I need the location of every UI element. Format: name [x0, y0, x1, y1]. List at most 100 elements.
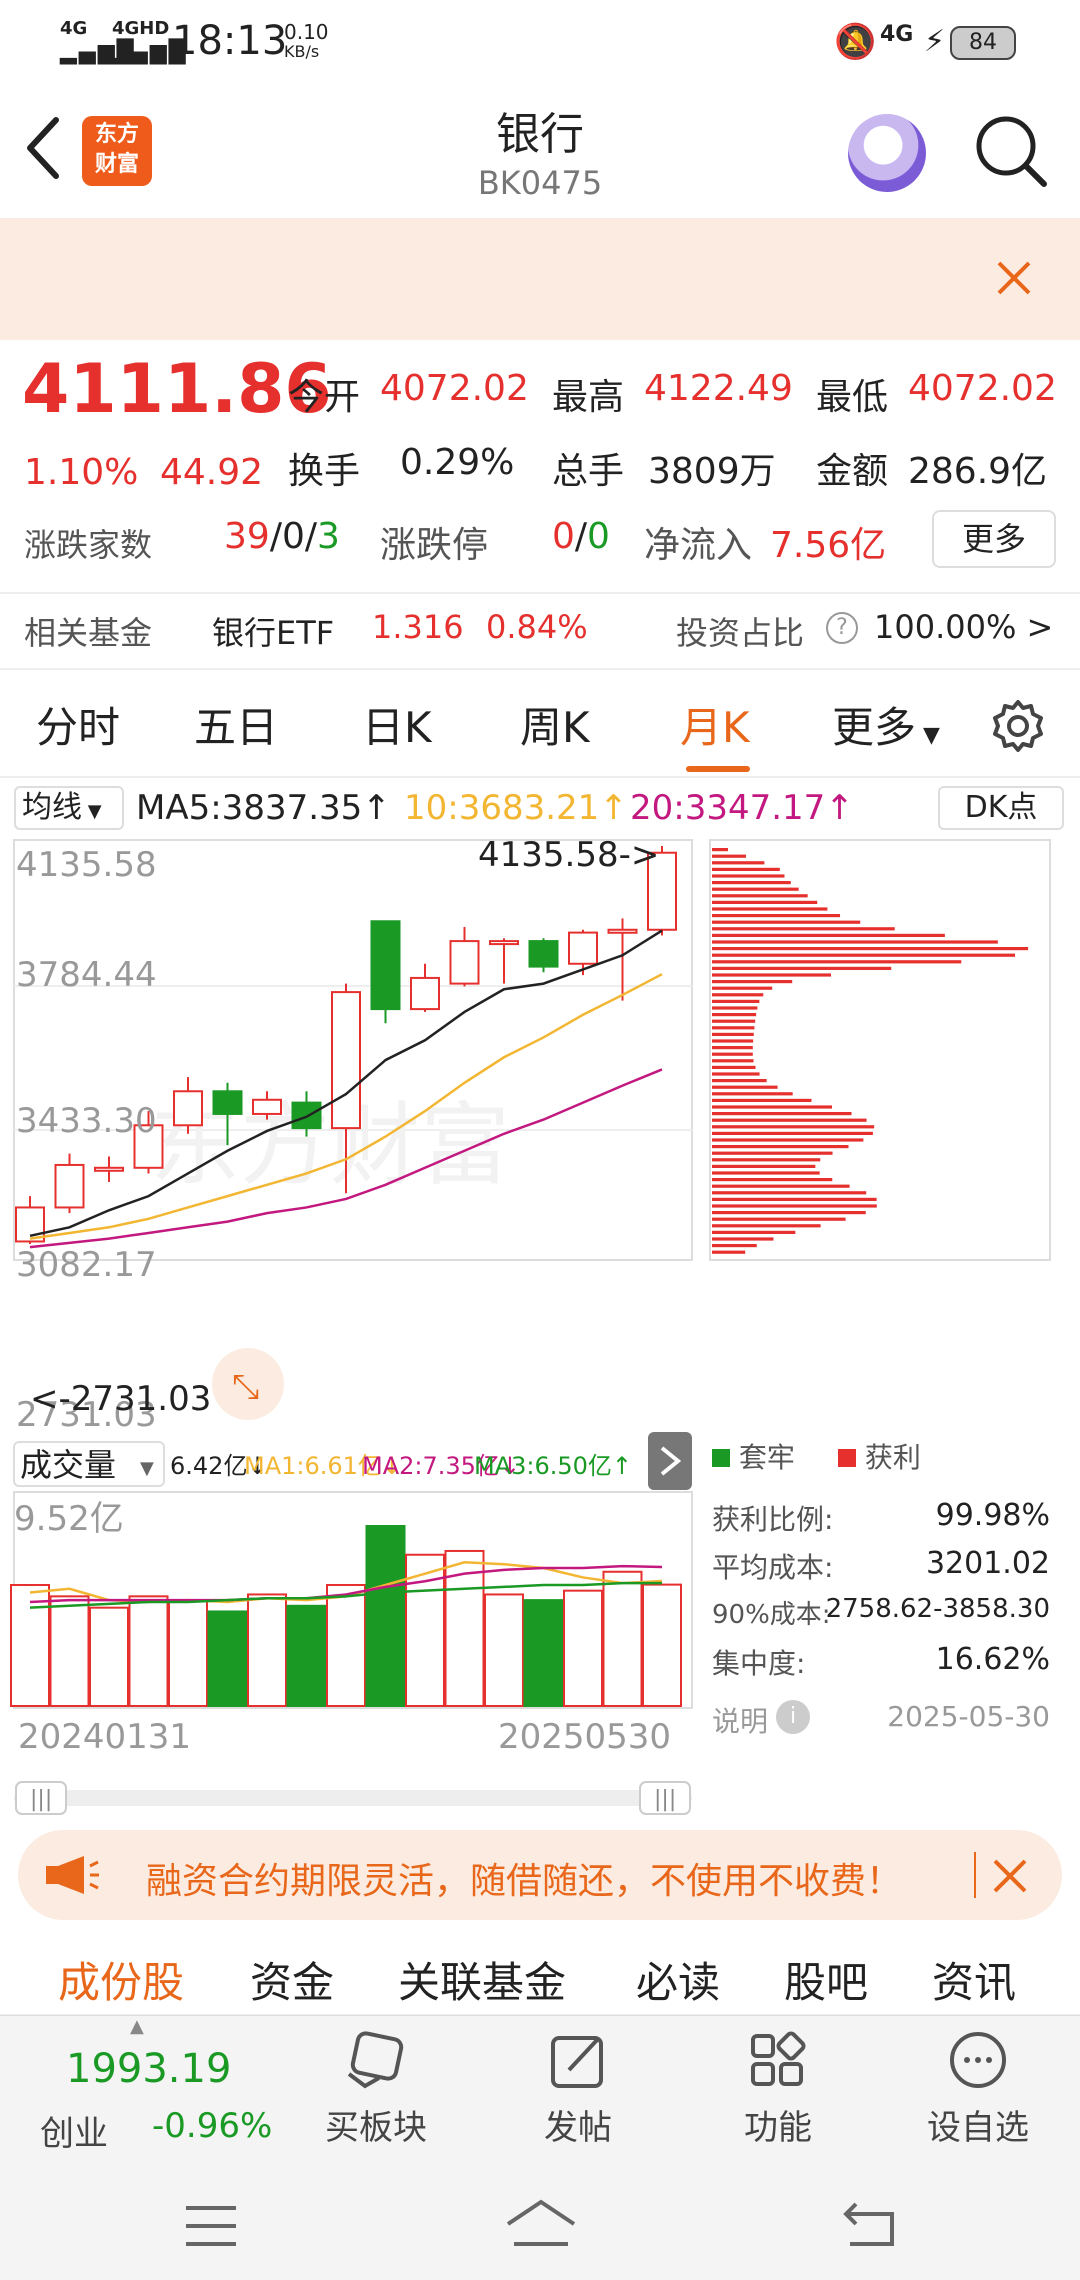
home-icon[interactable] — [504, 2198, 578, 2250]
fund-name[interactable]: 银行ETF — [212, 608, 334, 654]
financing-ad-bar[interactable]: 融资合约期限灵活，随借随还，不使用不收费！ — [18, 1830, 1062, 1920]
limit-count: 0/0 — [552, 516, 610, 557]
date-end: 20250530 — [498, 1717, 671, 1757]
nav-add-watchlist-label: 设自选 — [927, 2108, 1029, 2148]
nav-functions-label: 功能 — [744, 2108, 812, 2148]
caret-down-icon: ▼ — [82, 801, 102, 822]
avg-cost-label: 平均成本: — [712, 1551, 834, 1584]
help-icon[interactable]: ? — [826, 612, 858, 644]
up-count: 39 — [224, 516, 270, 557]
tab-more[interactable]: 更多 ▼ — [832, 694, 940, 755]
cost90-label: 90%成本: — [712, 1600, 831, 1630]
status-time: 18:13 — [172, 18, 288, 64]
search-icon[interactable] — [972, 112, 1050, 190]
tab-forum[interactable]: 股吧 — [784, 1949, 868, 2010]
close-banner-icon[interactable] — [996, 260, 1032, 296]
change-percent: 1.10% — [24, 452, 139, 493]
volume-bar — [247, 1593, 287, 1707]
price-axis-label: 4135.58 — [16, 845, 157, 885]
date-start: 20240131 — [18, 1717, 191, 1757]
dk-point-button[interactable]: DK点 — [938, 786, 1064, 830]
tab-monthly-k[interactable]: 月K — [680, 694, 750, 755]
caret-down-icon: ▼ — [140, 1458, 154, 1479]
chip-bar — [712, 1092, 793, 1096]
robot-assistant-icon[interactable] — [848, 114, 926, 192]
chinext-index-name: 创业 — [40, 2114, 108, 2154]
candle-body — [528, 940, 559, 968]
active-tab-indicator — [686, 766, 750, 772]
chinext-index-change: -0.96% — [152, 2106, 273, 2146]
tab-5day[interactable]: 五日 — [194, 694, 278, 755]
range-slider-track[interactable] — [14, 1790, 692, 1806]
chip-bar — [712, 1217, 846, 1221]
volume-bar — [168, 1599, 208, 1708]
signal-1-label: 4G — [60, 18, 88, 39]
limit-up-count: 0 — [552, 516, 575, 557]
chip-bar — [712, 1059, 754, 1063]
fund-price: 1.316 — [372, 608, 464, 646]
signal-2-label: 4GHD — [112, 18, 170, 39]
vol-ma3-value: MA3:6.50亿↑ — [474, 1452, 632, 1480]
chip-bar — [712, 960, 962, 964]
grid-apps-icon — [751, 2031, 806, 2086]
tab-intraday[interactable]: 分时 — [36, 694, 120, 755]
chip-bar — [712, 861, 765, 865]
amount-label: 金额 — [816, 451, 889, 492]
back-nav-icon[interactable] — [842, 2200, 898, 2248]
nav-add-watchlist[interactable]: 设自选 — [918, 2030, 1038, 2149]
top-header: 东方 财富 银行 BK0475 — [0, 86, 1080, 218]
flat-count: 0 — [281, 516, 305, 557]
high-label: 最高 — [552, 377, 625, 418]
caret-down-icon: ▼ — [916, 723, 940, 748]
chip-bar — [712, 1250, 746, 1254]
volume-value: 3809万 — [648, 451, 776, 492]
volume-bar — [207, 1610, 248, 1707]
chip-bar — [712, 1112, 852, 1116]
ma5-value: MA5:3837.35↑ — [136, 788, 391, 828]
chip-bar — [712, 894, 808, 898]
chip-bar — [712, 914, 841, 918]
expand-right-button[interactable] — [648, 1432, 692, 1490]
settings-gear-icon[interactable] — [990, 698, 1046, 754]
chip-bar — [712, 1138, 864, 1142]
nav-buy-board[interactable]: 买板块 — [316, 2030, 436, 2149]
chip-bar — [712, 999, 760, 1003]
close-ad-icon[interactable] — [992, 1858, 1028, 1894]
chip-bar — [712, 1191, 867, 1195]
tab-constituents[interactable]: 成份股 — [58, 1949, 184, 2010]
tab-news[interactable]: 资讯 — [932, 1949, 1016, 2010]
chip-bar — [712, 1052, 753, 1056]
chip-bar — [712, 1105, 833, 1109]
profit-ratio-label: 获利比例: — [712, 1503, 834, 1536]
candle-body — [370, 920, 401, 1011]
ad-text: 融资合约期限灵活，随借随还，不使用不收费！ — [146, 1861, 903, 1902]
nav-functions[interactable]: 功能 — [718, 2030, 838, 2149]
expand-arrows-icon[interactable]: ⤡ — [232, 1367, 259, 1407]
tab-capital[interactable]: 资金 — [250, 1949, 334, 2010]
avg-cost-value: 3201.02 — [925, 1546, 1050, 1581]
low-label: 最低 — [816, 377, 889, 418]
chip-bar — [712, 848, 728, 852]
netflow-label: 净流入 — [644, 525, 753, 566]
menu-icon[interactable] — [184, 2204, 238, 2248]
more-button[interactable]: 更多 — [932, 510, 1056, 568]
megaphone-icon — [46, 1856, 99, 1894]
open-value: 4072.02 — [380, 368, 529, 409]
nav-post[interactable]: 发帖 — [518, 2030, 638, 2149]
tab-related-funds[interactable]: 关联基金 — [398, 1949, 566, 2010]
info-icon[interactable]: i — [776, 1700, 810, 1734]
volume-bar — [484, 1593, 524, 1707]
tab-daily-k[interactable]: 日K — [362, 694, 432, 755]
low-price-marker: <-2731.03 — [30, 1379, 211, 1419]
invest-ratio-value[interactable]: 100.00% > — [874, 608, 1053, 646]
chip-bar — [712, 1158, 821, 1162]
ma-selector[interactable]: 均线 ▼ — [14, 786, 124, 830]
tab-must-read[interactable]: 必读 — [636, 1949, 720, 2010]
note-label[interactable]: 说明 — [712, 1700, 768, 1740]
trapped-swatch — [712, 1449, 730, 1467]
profit-ratio-value: 99.98% — [935, 1498, 1050, 1533]
volume-bar — [10, 1583, 50, 1707]
chinext-index-value[interactable]: 1993.19 — [66, 2046, 231, 2092]
open-label: 今开 — [288, 377, 361, 418]
tab-weekly-k[interactable]: 周K — [520, 694, 590, 755]
